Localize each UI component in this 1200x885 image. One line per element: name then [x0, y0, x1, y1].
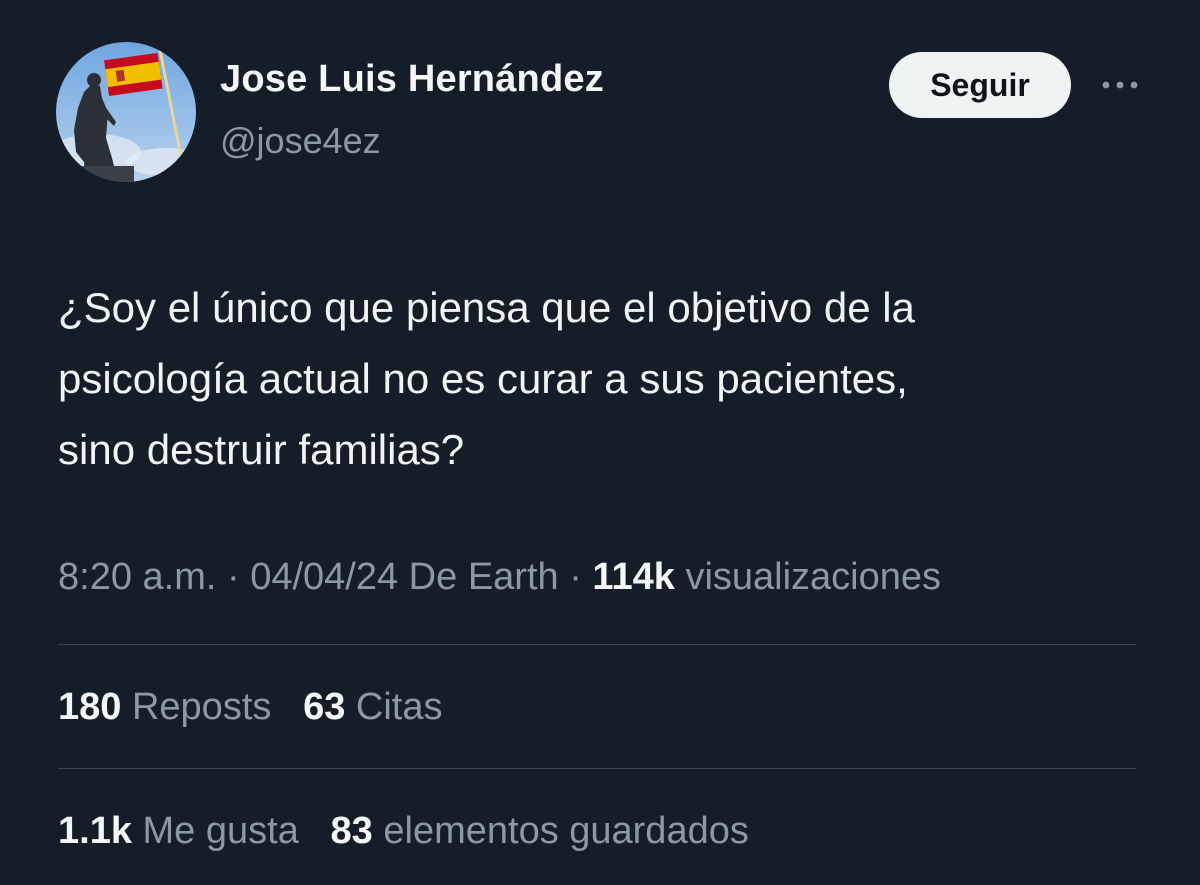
views-label: visualizaciones — [685, 556, 942, 598]
user-handle[interactable]: @jose4ez — [220, 120, 381, 162]
likes-label: Me gusta — [142, 810, 299, 852]
quotes-count: 63 — [303, 686, 346, 728]
avatar[interactable] — [56, 42, 196, 182]
reposts-label: Reposts — [131, 686, 272, 728]
stats-row-likes: 1.1k Me gusta 83 elementos guardados — [58, 810, 749, 853]
bookmarks-label: elementos guardados — [383, 810, 749, 852]
more-options-button[interactable] — [1094, 70, 1146, 100]
tweet-card: Jose Luis Hernández @jose4ez Seguir ¿Soy… — [0, 0, 1200, 885]
display-name[interactable]: Jose Luis Hernández — [220, 58, 604, 101]
likes-stat[interactable]: 1.1k Me gusta — [58, 810, 309, 852]
bookmarks-stat[interactable]: 83 elementos guardados — [331, 810, 749, 852]
reposts-stat[interactable]: 180 Reposts — [58, 686, 282, 728]
follow-button[interactable]: Seguir — [889, 52, 1071, 118]
divider — [58, 768, 1136, 769]
tweet-text: ¿Soy el único que piensa que el objetivo… — [58, 284, 915, 473]
divider — [58, 644, 1136, 645]
tweet-meta: 8:20 a.m. · 04/04/24 De Earth · 114k vis… — [58, 556, 941, 599]
views-count: 114k — [592, 556, 675, 598]
avatar-image — [56, 42, 196, 182]
bookmarks-count: 83 — [330, 810, 373, 852]
quotes-stat[interactable]: 63 Citas — [303, 686, 442, 728]
meta-separator: · — [226, 556, 240, 598]
more-dots-icon — [1102, 81, 1138, 89]
tweet-date-source[interactable]: 04/04/24 De Earth — [250, 556, 558, 598]
meta-separator: · — [569, 556, 582, 598]
likes-count: 1.1k — [58, 810, 132, 852]
stats-row-engagement: 180 Reposts 63 Citas — [58, 686, 442, 729]
quotes-label: Citas — [355, 686, 443, 728]
reposts-count: 180 — [58, 686, 122, 728]
tweet-time[interactable]: 8:20 a.m. — [58, 556, 216, 598]
